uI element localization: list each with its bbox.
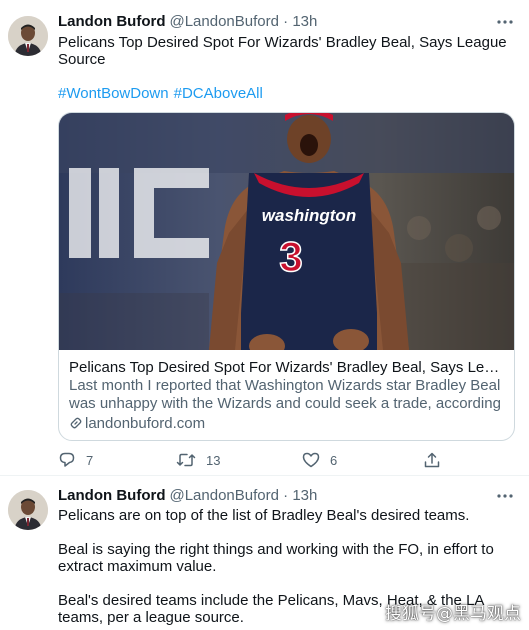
like-count: 6 <box>330 452 338 468</box>
link-card[interactable]: washington 3 Pelicans Top Desired Spot F… <box>58 112 515 441</box>
share-button[interactable] <box>423 450 451 470</box>
like-button[interactable]: 6 <box>302 450 337 470</box>
jersey-team-text: washington <box>262 206 356 225</box>
card-body: Pelicans Top Desired Spot For Wizards' B… <box>69 359 506 433</box>
heart-icon <box>302 452 320 468</box>
link-icon <box>70 417 82 429</box>
tweet-actions: 7 13 6 <box>58 450 478 470</box>
tweet-timestamp[interactable]: 13h <box>292 487 317 504</box>
separator-dot: · <box>283 487 289 504</box>
tweet-paragraph: Pelicans are on top of the list of Bradl… <box>58 507 470 524</box>
jersey-number-text: 3 <box>279 233 302 280</box>
avatar[interactable] <box>8 490 48 530</box>
tweet-paragraph: Beal is saying the right things and work… <box>58 541 494 575</box>
author-handle[interactable]: @LandonBuford <box>169 13 278 30</box>
tweet-text: Pelicans Top Desired Spot For Wizards' B… <box>58 34 518 102</box>
separator-dot: · <box>283 13 289 30</box>
more-options-button[interactable] <box>495 486 515 506</box>
card-image[interactable]: washington 3 <box>59 113 514 350</box>
tweet-timestamp[interactable]: 13h <box>292 13 317 30</box>
author-handle[interactable]: @LandonBuford <box>169 487 278 504</box>
retweet-button[interactable]: 13 <box>176 450 220 470</box>
reply-count: 7 <box>86 452 94 468</box>
author-name[interactable]: Landon Buford <box>58 487 165 504</box>
avatar[interactable] <box>8 16 48 56</box>
watermark: 搜狐号@黑马观点 <box>385 604 521 624</box>
more-options-button[interactable] <box>495 12 515 32</box>
reply-icon <box>59 452 75 467</box>
card-title[interactable]: Pelicans Top Desired Spot For Wizards' B… <box>69 359 506 377</box>
tweet[interactable]: Landon Buford @LandonBuford · 13h Pelican… <box>0 0 529 476</box>
retweet-icon <box>176 453 196 467</box>
hashtag-link[interactable]: #DCAboveAll <box>174 85 263 102</box>
hashtag-list: #WontBowDown #DCAboveAll <box>58 85 518 102</box>
card-domain-text: landonbuford.com <box>85 415 206 432</box>
tweet-header: Landon Buford @LandonBuford · 13h <box>58 12 317 32</box>
more-horizontal-icon <box>497 20 513 24</box>
tweet-header: Landon Buford @LandonBuford · 13h <box>58 486 317 506</box>
share-icon <box>424 452 440 468</box>
retweet-count: 13 <box>206 452 221 468</box>
card-description: Last month I reported that Washington Wi… <box>69 377 501 412</box>
more-horizontal-icon <box>497 494 513 498</box>
author-name[interactable]: Landon Buford <box>58 13 165 30</box>
reply-button[interactable]: 7 <box>58 450 93 470</box>
tweet-paragraph: Pelicans Top Desired Spot For Wizards' B… <box>58 34 507 68</box>
card-domain[interactable]: landonbuford.com <box>69 415 506 433</box>
hashtag-link[interactable]: #WontBowDown <box>58 85 169 102</box>
